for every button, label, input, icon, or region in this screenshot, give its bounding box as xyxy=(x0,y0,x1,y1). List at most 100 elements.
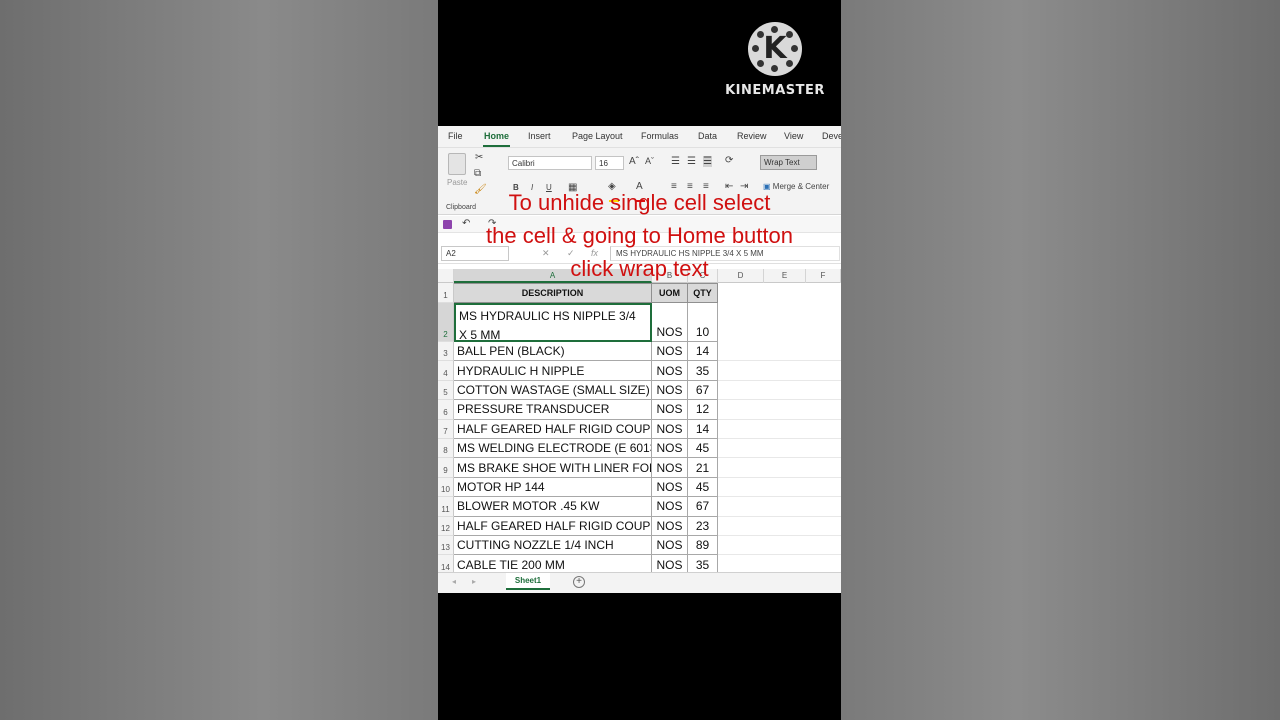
table-cell-qty[interactable]: 45 xyxy=(688,477,718,498)
table-cell-uom[interactable]: NOS xyxy=(652,380,688,401)
table-cell-qty[interactable]: 67 xyxy=(688,380,718,401)
tab-view[interactable]: View xyxy=(784,131,803,141)
column-header-a[interactable]: A xyxy=(454,269,652,283)
row-header[interactable]: 7 xyxy=(438,419,454,439)
prev-sheet-icon[interactable]: ◂ xyxy=(452,577,456,586)
sheet-tab-sheet1[interactable]: Sheet1 xyxy=(506,573,550,590)
table-cell-qty[interactable]: 67 xyxy=(688,497,718,517)
align-center-icon[interactable]: ≡ xyxy=(687,181,693,192)
next-sheet-icon[interactable]: ▸ xyxy=(472,577,476,586)
font-color-button[interactable]: A xyxy=(636,181,643,192)
table-cell-description[interactable]: HALF GEARED HALF RIGID COUPL xyxy=(454,516,652,536)
table-cell-uom[interactable]: NOS xyxy=(652,419,688,439)
row-header[interactable]: 6 xyxy=(438,400,454,420)
table-cell-uom[interactable]: NOS xyxy=(652,477,688,498)
row-header[interactable]: 4 xyxy=(438,361,454,381)
tab-developer[interactable]: Deve xyxy=(822,131,841,141)
tab-formulas[interactable]: Formulas xyxy=(641,131,679,141)
table-cell-description[interactable]: MS BRAKE SHOE WITH LINER FOR xyxy=(454,458,652,478)
table-cell-uom[interactable]: NOS xyxy=(652,400,688,420)
align-bottom-icon[interactable]: ☰ xyxy=(703,156,712,167)
column-header-c[interactable]: C xyxy=(688,269,718,283)
paste-button[interactable]: Paste xyxy=(447,178,467,187)
row-header[interactable]: 13 xyxy=(438,536,454,556)
table-cell-description[interactable]: HALF GEARED HALF RIGID COUPL xyxy=(454,419,652,439)
table-cell-uom[interactable]: NOS xyxy=(652,303,688,342)
table-cell-description[interactable]: BLOWER MOTOR .45 KW xyxy=(454,497,652,517)
header-cell-description[interactable]: DESCRIPTION xyxy=(454,283,652,303)
table-cell-description[interactable]: BALL PEN (BLACK) xyxy=(454,342,652,362)
bold-button[interactable]: B xyxy=(513,183,519,192)
align-top-icon[interactable]: ☰ xyxy=(671,156,680,167)
paste-icon[interactable] xyxy=(448,153,466,175)
format-painter-icon[interactable]: 🖌 xyxy=(474,184,487,195)
undo-icon[interactable]: ↶ xyxy=(462,218,470,229)
header-cell-qty[interactable]: QTY xyxy=(688,283,718,303)
shrink-font-button[interactable]: Aˇ xyxy=(645,156,654,166)
table-cell-description[interactable]: MOTOR HP 144 xyxy=(454,477,652,498)
table-cell-description[interactable]: CUTTING NOZZLE 1/4 INCH xyxy=(454,536,652,556)
align-middle-icon[interactable]: ☰ xyxy=(687,156,696,167)
table-cell-uom[interactable]: NOS xyxy=(652,458,688,478)
table-cell-description[interactable]: PRESSURE TRANSDUCER xyxy=(454,400,652,420)
header-cell-uom[interactable]: UOM xyxy=(652,283,688,303)
fill-color-icon[interactable]: ◈ xyxy=(608,181,616,192)
row-header[interactable]: 11 xyxy=(438,497,454,517)
table-cell-qty[interactable]: 12 xyxy=(688,400,718,420)
tab-page-layout[interactable]: Page Layout xyxy=(572,131,623,141)
orientation-icon[interactable]: ⟳ xyxy=(725,155,733,166)
row-header[interactable]: 5 xyxy=(438,380,454,401)
table-cell-uom[interactable]: NOS xyxy=(652,342,688,362)
table-cell-uom[interactable]: NOS xyxy=(652,497,688,517)
merge-center-button[interactable]: ▣ Merge & Center xyxy=(763,182,829,191)
wrap-text-button[interactable]: Wrap Text xyxy=(760,155,817,170)
column-header-b[interactable]: B xyxy=(652,269,688,283)
row-header[interactable]: 12 xyxy=(438,516,454,536)
borders-icon[interactable]: ▦ xyxy=(568,182,577,193)
row-header[interactable]: 3 xyxy=(438,342,454,362)
italic-button[interactable]: I xyxy=(531,183,533,192)
select-all-corner[interactable] xyxy=(438,269,454,283)
table-cell-description[interactable]: COTTON WASTAGE (SMALL SIZE) xyxy=(454,380,652,401)
table-cell-description[interactable]: MS WELDING ELECTRODE (E 6013 xyxy=(454,439,652,459)
save-icon[interactable] xyxy=(443,220,452,229)
row-header[interactable]: 2 xyxy=(438,303,454,342)
table-cell-qty[interactable]: 21 xyxy=(688,458,718,478)
table-cell-qty[interactable]: 23 xyxy=(688,516,718,536)
tab-home[interactable]: Home xyxy=(484,131,509,141)
tab-file[interactable]: File xyxy=(448,131,463,141)
column-header-e[interactable]: E xyxy=(764,269,806,283)
tab-data[interactable]: Data xyxy=(698,131,717,141)
redo-icon[interactable]: ↷ xyxy=(488,218,496,229)
align-left-icon[interactable]: ≡ xyxy=(671,181,677,192)
formula-input[interactable]: MS HYDRAULIC HS NIPPLE 3/4 X 5 MM xyxy=(610,246,840,261)
column-header-d[interactable]: D xyxy=(718,269,764,283)
table-cell-description[interactable]: HYDRAULIC H NIPPLE xyxy=(454,361,652,381)
table-cell-qty[interactable]: 89 xyxy=(688,536,718,556)
table-cell-uom[interactable]: NOS xyxy=(652,516,688,536)
insert-function-icon[interactable]: fx xyxy=(591,248,598,258)
table-cell-uom[interactable]: NOS xyxy=(652,361,688,381)
table-cell-uom[interactable]: NOS xyxy=(652,439,688,459)
row-header[interactable]: 9 xyxy=(438,458,454,478)
underline-button[interactable]: U xyxy=(546,183,552,192)
tab-review[interactable]: Review xyxy=(737,131,767,141)
table-cell-qty[interactable]: 45 xyxy=(688,439,718,459)
row-header[interactable]: 8 xyxy=(438,439,454,459)
font-name-select[interactable]: Calibri xyxy=(508,156,592,170)
enter-icon[interactable]: ✓ xyxy=(567,248,575,259)
cut-icon[interactable]: ✂ xyxy=(475,152,483,163)
row-header[interactable]: 10 xyxy=(438,477,454,498)
increase-indent-icon[interactable]: ⇥ xyxy=(740,181,748,192)
font-size-select[interactable]: 16 xyxy=(595,156,624,170)
decrease-indent-icon[interactable]: ⇤ xyxy=(725,181,733,192)
table-cell-qty[interactable]: 14 xyxy=(688,419,718,439)
cancel-icon[interactable]: ✕ xyxy=(542,248,550,259)
selected-cell-a2[interactable]: MS HYDRAULIC HS NIPPLE 3/4 X 5 MM xyxy=(454,303,652,342)
align-right-icon[interactable]: ≡ xyxy=(703,181,709,192)
table-cell-qty[interactable]: 35 xyxy=(688,361,718,381)
add-sheet-icon[interactable]: + xyxy=(573,576,585,588)
table-cell-qty[interactable]: 10 xyxy=(688,303,718,342)
name-box[interactable]: A2 xyxy=(441,246,509,261)
column-header-f[interactable]: F xyxy=(806,269,841,283)
